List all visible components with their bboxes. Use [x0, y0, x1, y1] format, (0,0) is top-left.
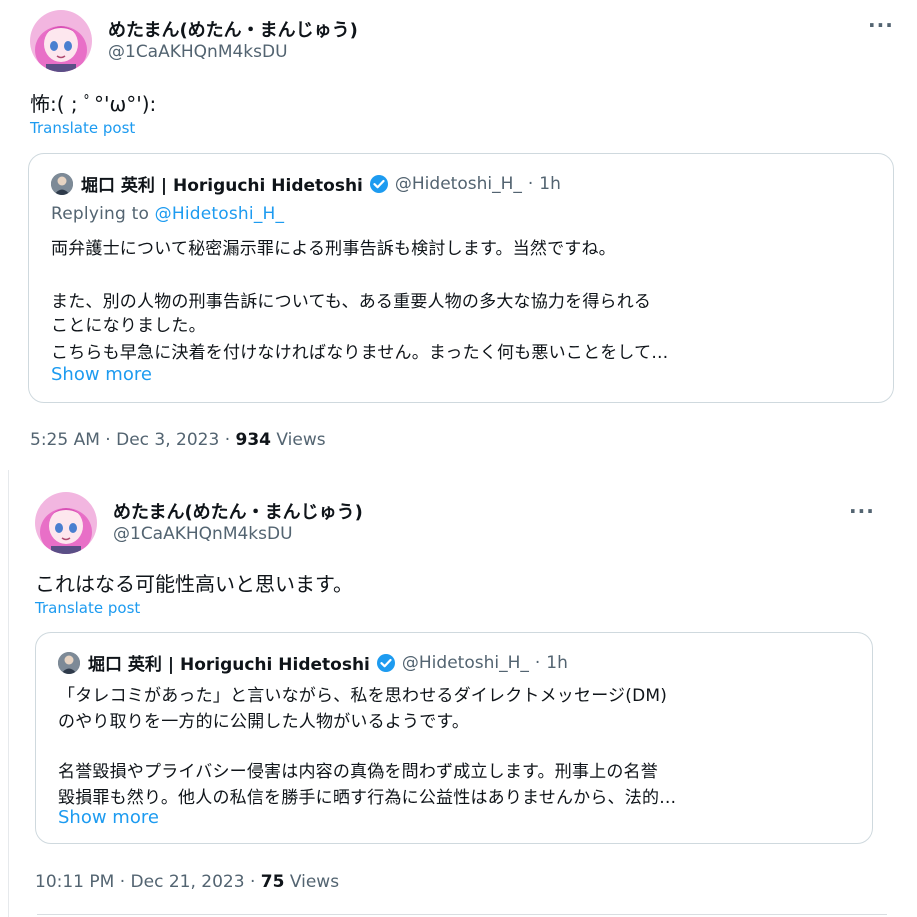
meta-separator: ·: [114, 872, 131, 892]
divider: [37, 914, 887, 915]
post-text: 怖:( ; ﾟ°'ω°'):: [30, 92, 157, 116]
meta-separator: ·: [219, 430, 236, 450]
quoted-author-name[interactable]: 堀口 英利 | Horiguchi Hidetoshi: [88, 650, 370, 675]
quoted-post-card[interactable]: 堀口 英利 | Horiguchi Hidetoshi @Hidetoshi_H…: [28, 153, 894, 403]
replying-to: Replying to @Hidetoshi_H_: [51, 204, 284, 224]
post-text: これはなる可能性高いと思います。: [35, 572, 353, 596]
views-label: Views: [284, 872, 340, 892]
dot-separator: ·: [534, 652, 541, 673]
replying-to-label: Replying to: [51, 204, 155, 224]
user-avatar[interactable]: [35, 492, 97, 554]
meta-separator: ·: [99, 430, 117, 450]
quoted-author-handle: @Hidetoshi_H_: [401, 652, 529, 673]
post-time[interactable]: 10:11 PM: [35, 872, 114, 892]
translate-post-link[interactable]: Translate post: [35, 599, 140, 617]
quoted-text-line: のやり取りを一方的に公開した人物がいるようです。: [58, 712, 470, 732]
quoted-post-card[interactable]: 堀口 英利 | Horiguchi Hidetoshi @Hidetoshi_H…: [35, 632, 873, 844]
post[interactable]: めたまん(めたん・まんじゅう) @1CaAKHQnM4ksDU ··· これはな…: [8, 470, 917, 917]
replying-to-handle[interactable]: @Hidetoshi_H_: [155, 204, 285, 224]
verified-badge-icon: [369, 174, 389, 194]
quoted-text-line: こちらも早急に決着を付けなければなりません。まったく何も悪いことをして…: [51, 343, 669, 363]
quoted-text-line: ことになりました。: [51, 316, 206, 336]
author-handle[interactable]: @1CaAKHQnM4ksDU: [108, 42, 288, 62]
quoted-post-header: 堀口 英利 | Horiguchi Hidetoshi @Hidetoshi_H…: [51, 171, 561, 196]
more-horizontal-icon[interactable]: ···: [868, 15, 894, 35]
views-count: 934: [235, 430, 272, 450]
post-time[interactable]: 5:25 AM: [30, 430, 100, 450]
more-horizontal-icon[interactable]: ···: [849, 501, 875, 521]
quoted-text-line: 「タレコミがあった」と言いながら、私を思わせるダイレクトメッセージ(DM): [58, 686, 668, 706]
author-handle[interactable]: @1CaAKHQnM4ksDU: [113, 524, 293, 544]
post-meta: 5:25 AM · Dec 3, 2023 · 934 Views: [30, 430, 326, 450]
post-date[interactable]: Dec 3, 2023: [116, 430, 219, 450]
post-meta: 10:11 PM · Dec 21, 2023 · 75 Views: [35, 872, 339, 892]
quoted-text-line: 名誉毀損やプライバシー侵害は内容の真偽を問わず成立します。刑事上の名誉: [58, 762, 658, 782]
meta-separator: ·: [244, 872, 261, 892]
user-avatar[interactable]: [30, 10, 92, 72]
post[interactable]: めたまん(めたん・まんじゅう) @1CaAKHQnM4ksDU ··· 怖:( …: [0, 0, 917, 468]
dot-separator: ·: [527, 173, 534, 194]
post-date[interactable]: Dec 21, 2023: [131, 872, 245, 892]
views-label: Views: [271, 430, 326, 450]
quoted-text-line: 両弁護士について秘密漏示罪による刑事告訴も検討します。当然ですね。: [51, 239, 616, 259]
quoted-post-time[interactable]: 1h: [546, 653, 568, 673]
verified-badge-icon: [376, 653, 396, 673]
translate-post-link[interactable]: Translate post: [30, 119, 135, 137]
show-more-link[interactable]: Show more: [51, 364, 152, 385]
quoted-text-line: また、別の人物の刑事告訴についても、ある重要人物の多大な協力を得られる: [51, 292, 652, 312]
quoted-author-handle: @Hidetoshi_H_: [394, 173, 522, 194]
quoted-post-header: 堀口 英利 | Horiguchi Hidetoshi @Hidetoshi_H…: [58, 650, 568, 675]
quoted-author-avatar[interactable]: [51, 172, 73, 195]
quoted-author-name[interactable]: 堀口 英利 | Horiguchi Hidetoshi: [81, 171, 363, 196]
views-count: 75: [260, 872, 285, 892]
author-display-name[interactable]: めたまん(めたん・まんじゅう): [108, 16, 358, 42]
show-more-link[interactable]: Show more: [58, 807, 159, 828]
author-display-name[interactable]: めたまん(めたん・まんじゅう): [113, 498, 363, 524]
quoted-post-time[interactable]: 1h: [539, 174, 561, 194]
quoted-author-avatar[interactable]: [58, 651, 80, 674]
quoted-text-line: 毀損罪も然り。他人の私信を勝手に晒す行為に公益性はありませんから、法的…: [58, 788, 677, 808]
